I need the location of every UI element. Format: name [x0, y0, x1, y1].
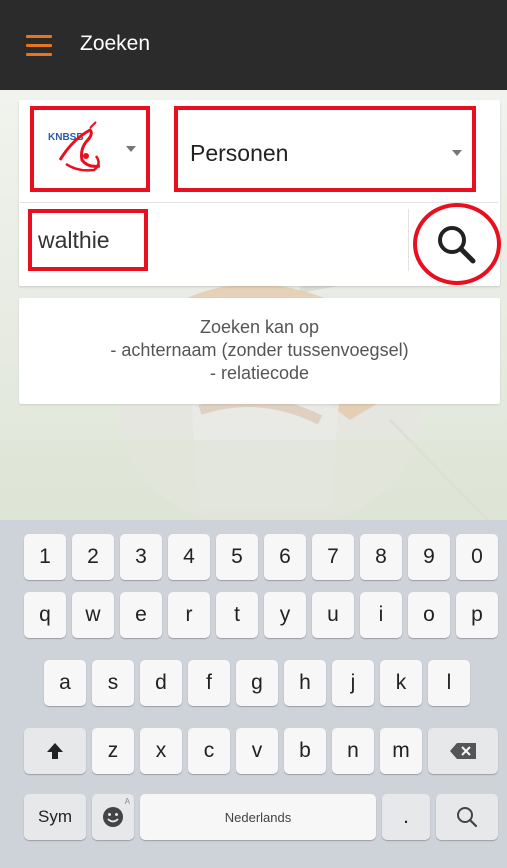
- key[interactable]: f: [188, 660, 230, 706]
- sym-key[interactable]: Sym: [24, 794, 86, 840]
- key[interactable]: u: [312, 592, 354, 638]
- key[interactable]: 1: [24, 534, 66, 580]
- emoji-icon: [103, 807, 123, 827]
- key[interactable]: 4: [168, 534, 210, 580]
- key[interactable]: l: [428, 660, 470, 706]
- key[interactable]: d: [140, 660, 182, 706]
- backspace-icon: [450, 743, 476, 759]
- chevron-down-icon: [126, 146, 136, 152]
- organization-select[interactable]: KNBSB: [30, 106, 150, 192]
- hint-line: Zoeken kan op: [199, 317, 320, 337]
- backspace-key[interactable]: [428, 728, 498, 774]
- key[interactable]: r: [168, 592, 210, 638]
- search-icon: [438, 226, 476, 264]
- key[interactable]: 8: [360, 534, 402, 580]
- knbsb-logo: KNBSB: [48, 121, 101, 172]
- key[interactable]: 6: [264, 534, 306, 580]
- key[interactable]: n: [332, 728, 374, 774]
- key[interactable]: g: [236, 660, 278, 706]
- key[interactable]: h: [284, 660, 326, 706]
- key[interactable]: e: [120, 592, 162, 638]
- key[interactable]: p: [456, 592, 498, 638]
- key[interactable]: 2: [72, 534, 114, 580]
- key[interactable]: t: [216, 592, 258, 638]
- soft-keyboard: 1 2 3 4 5 6 7 8 9 0 q w e r t y u i o p …: [0, 520, 507, 868]
- shift-key[interactable]: [24, 728, 86, 774]
- app-bar: Zoeken: [0, 0, 507, 90]
- emoji-sub-label: A: [124, 797, 130, 806]
- key[interactable]: i: [360, 592, 402, 638]
- key[interactable]: 7: [312, 534, 354, 580]
- search-hint: Zoeken kan op - achternaam (zonder tusse…: [19, 298, 500, 404]
- key[interactable]: j: [332, 660, 374, 706]
- search-type-select[interactable]: Personen: [174, 106, 476, 192]
- key[interactable]: v: [236, 728, 278, 774]
- search-input-area[interactable]: [150, 209, 409, 271]
- key[interactable]: q: [24, 592, 66, 638]
- search-icon: [457, 807, 478, 828]
- key[interactable]: s: [92, 660, 134, 706]
- key[interactable]: 9: [408, 534, 450, 580]
- key[interactable]: b: [284, 728, 326, 774]
- search-input[interactable]: [32, 213, 148, 267]
- key[interactable]: x: [140, 728, 182, 774]
- chevron-down-icon: [452, 150, 462, 156]
- key[interactable]: a: [44, 660, 86, 706]
- period-key[interactable]: .: [382, 794, 430, 840]
- key[interactable]: o: [408, 592, 450, 638]
- key[interactable]: m: [380, 728, 422, 774]
- page-title: Zoeken: [80, 32, 151, 55]
- key[interactable]: 5: [216, 534, 258, 580]
- key[interactable]: c: [188, 728, 230, 774]
- key[interactable]: 3: [120, 534, 162, 580]
- key[interactable]: z: [92, 728, 134, 774]
- hint-line: - achternaam (zonder tussenvoegsel): [110, 340, 409, 360]
- shift-icon: [47, 743, 63, 759]
- key[interactable]: w: [72, 592, 114, 638]
- search-field[interactable]: [28, 209, 148, 271]
- search-button[interactable]: [413, 203, 501, 285]
- hint-line: - relatiecode: [209, 363, 310, 383]
- key[interactable]: 0: [456, 534, 498, 580]
- search-key[interactable]: [436, 794, 498, 840]
- key[interactable]: k: [380, 660, 422, 706]
- divider: [20, 202, 498, 203]
- search-type-value: Personen: [190, 140, 289, 166]
- space-key[interactable]: Nederlands: [140, 794, 376, 840]
- emoji-key[interactable]: A: [92, 794, 134, 840]
- menu-icon[interactable]: [26, 35, 52, 57]
- key[interactable]: y: [264, 592, 306, 638]
